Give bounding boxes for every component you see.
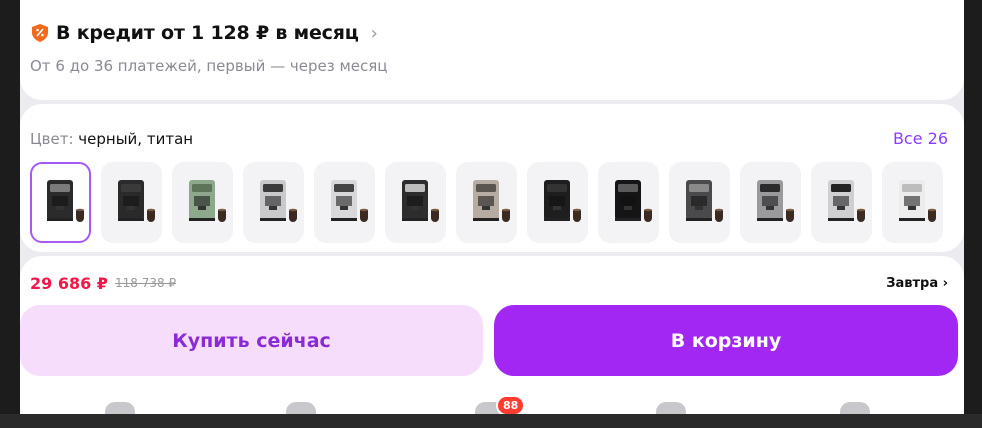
bottom-tab-bar: 88 [20, 386, 964, 414]
product-screen: В кредит от 1 128 ₽ в месяц › От 6 до 36… [20, 0, 964, 414]
coffee-machine-image [401, 179, 439, 222]
coffee-machine-image [259, 179, 297, 222]
coffee-machine-image [543, 179, 581, 222]
color-selector-card: Цвет: черный, титан Все 26 [20, 104, 964, 252]
coffee-machine-image [46, 179, 84, 222]
credit-title-row[interactable]: В кредит от 1 128 ₽ в месяц › [32, 22, 378, 44]
coffee-machine-image [188, 179, 226, 222]
coffee-machine-image [614, 179, 652, 222]
coffee-machine-image [685, 179, 723, 222]
credit-title: В кредит от 1 128 ₽ в месяц [56, 22, 359, 44]
screen-bottom-edge [0, 414, 982, 428]
buy-now-button[interactable]: Купить сейчас [20, 305, 483, 376]
color-variant-thumb[interactable] [669, 162, 730, 243]
old-price: 118 738 ₽ [115, 276, 177, 290]
home-tab-icon[interactable] [105, 402, 135, 414]
color-variant-thumb[interactable] [101, 162, 162, 243]
coffee-machine-image [472, 179, 510, 222]
color-variant-thumb[interactable] [456, 162, 517, 243]
cart-count-badge: 88 [496, 395, 526, 414]
color-label-value: черный, титан [78, 130, 194, 148]
add-to-cart-button[interactable]: В корзину [494, 305, 958, 376]
credit-subtitle: От 6 до 36 платежей, первый — через меся… [30, 57, 388, 75]
coffee-machine-image [898, 179, 936, 222]
color-variants-list [30, 162, 943, 243]
purchase-card: 29 686 ₽ 118 738 ₽ Завтра › Купить сейча… [20, 256, 964, 386]
current-price: 29 686 ₽ [30, 274, 108, 293]
color-variant-thumb[interactable] [314, 162, 375, 243]
color-variant-thumb[interactable] [527, 162, 588, 243]
color-label-key: Цвет: [30, 130, 74, 148]
coffee-machine-image [827, 179, 865, 222]
shield-percent-icon [32, 24, 48, 42]
color-variant-thumb[interactable] [740, 162, 801, 243]
color-label: Цвет: черный, титан [30, 130, 193, 148]
all-variants-link[interactable]: Все 26 [893, 129, 948, 148]
color-variant-thumb[interactable] [172, 162, 233, 243]
chevron-right-icon: › [370, 22, 378, 44]
credit-offer-card[interactable]: В кредит от 1 128 ₽ в месяц › От 6 до 36… [20, 0, 964, 100]
coffee-machine-image [330, 179, 368, 222]
catalog-tab-icon[interactable] [286, 402, 316, 414]
color-variant-thumb[interactable] [243, 162, 304, 243]
color-variant-thumb[interactable] [882, 162, 943, 243]
coffee-machine-image [756, 179, 794, 222]
profile-tab-icon[interactable] [840, 402, 870, 414]
color-variant-thumb[interactable] [598, 162, 659, 243]
coffee-machine-image [117, 179, 155, 222]
favorites-tab-icon[interactable] [656, 402, 686, 414]
color-variant-thumb[interactable] [385, 162, 446, 243]
delivery-date-link[interactable]: Завтра › [886, 276, 948, 291]
device-frame: В кредит от 1 128 ₽ в месяц › От 6 до 36… [0, 0, 982, 428]
color-variant-thumb[interactable] [811, 162, 872, 243]
color-variant-thumb[interactable] [30, 162, 91, 243]
